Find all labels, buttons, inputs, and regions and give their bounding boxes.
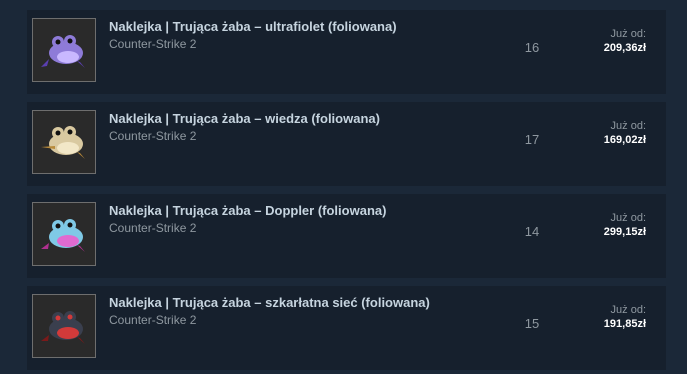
item-name-link[interactable]: Naklejka | Trująca żaba – Doppler (folio…	[109, 203, 386, 218]
listing-quantity: 14	[524, 224, 540, 239]
market-listing-row[interactable]: Naklejka | Trująca żaba – szkarłatna sie…	[27, 286, 666, 370]
listing-quantity: 15	[524, 316, 540, 331]
item-name-link[interactable]: Naklejka | Trująca żaba – szkarłatna sie…	[109, 295, 430, 310]
starting-price: 169,02zł	[603, 134, 646, 146]
item-name-link[interactable]: Naklejka | Trująca żaba – ultrafiolet (f…	[109, 19, 397, 34]
starting-price: 191,85zł	[603, 318, 646, 330]
price-label: Już od:	[610, 212, 646, 224]
game-name: Counter-Strike 2	[109, 37, 197, 51]
frog-sticker-lore-icon	[41, 126, 85, 159]
item-thumbnail[interactable]	[32, 202, 96, 266]
game-name: Counter-Strike 2	[109, 313, 197, 327]
item-name-link[interactable]: Naklejka | Trująca żaba – wiedza (foliow…	[109, 111, 380, 126]
price-label: Już od:	[610, 28, 646, 40]
game-name: Counter-Strike 2	[109, 221, 197, 235]
item-thumbnail[interactable]	[32, 294, 96, 358]
market-listing-list: Naklejka | Trująca żaba – ultrafiolet (f…	[0, 0, 687, 374]
market-listing-row[interactable]: Naklejka | Trująca żaba – wiedza (foliow…	[27, 102, 666, 186]
listing-quantity: 16	[524, 40, 540, 55]
frog-sticker-doppler-icon	[41, 219, 85, 252]
market-listing-row[interactable]: Naklejka | Trująca żaba – ultrafiolet (f…	[27, 10, 666, 94]
frog-sticker-ultraviolet-icon	[41, 35, 85, 68]
market-listing-row[interactable]: Naklejka | Trująca żaba – Doppler (folio…	[27, 194, 666, 278]
starting-price: 299,15zł	[603, 226, 646, 238]
frog-sticker-crimson-web-icon	[41, 311, 85, 344]
price-label: Już od:	[610, 120, 646, 132]
starting-price: 209,36zł	[603, 42, 646, 54]
item-thumbnail[interactable]	[32, 18, 96, 82]
price-label: Już od:	[610, 304, 646, 316]
listing-quantity: 17	[524, 132, 540, 147]
scrollbar[interactable]	[681, 0, 687, 374]
item-thumbnail[interactable]	[32, 110, 96, 174]
game-name: Counter-Strike 2	[109, 129, 197, 143]
